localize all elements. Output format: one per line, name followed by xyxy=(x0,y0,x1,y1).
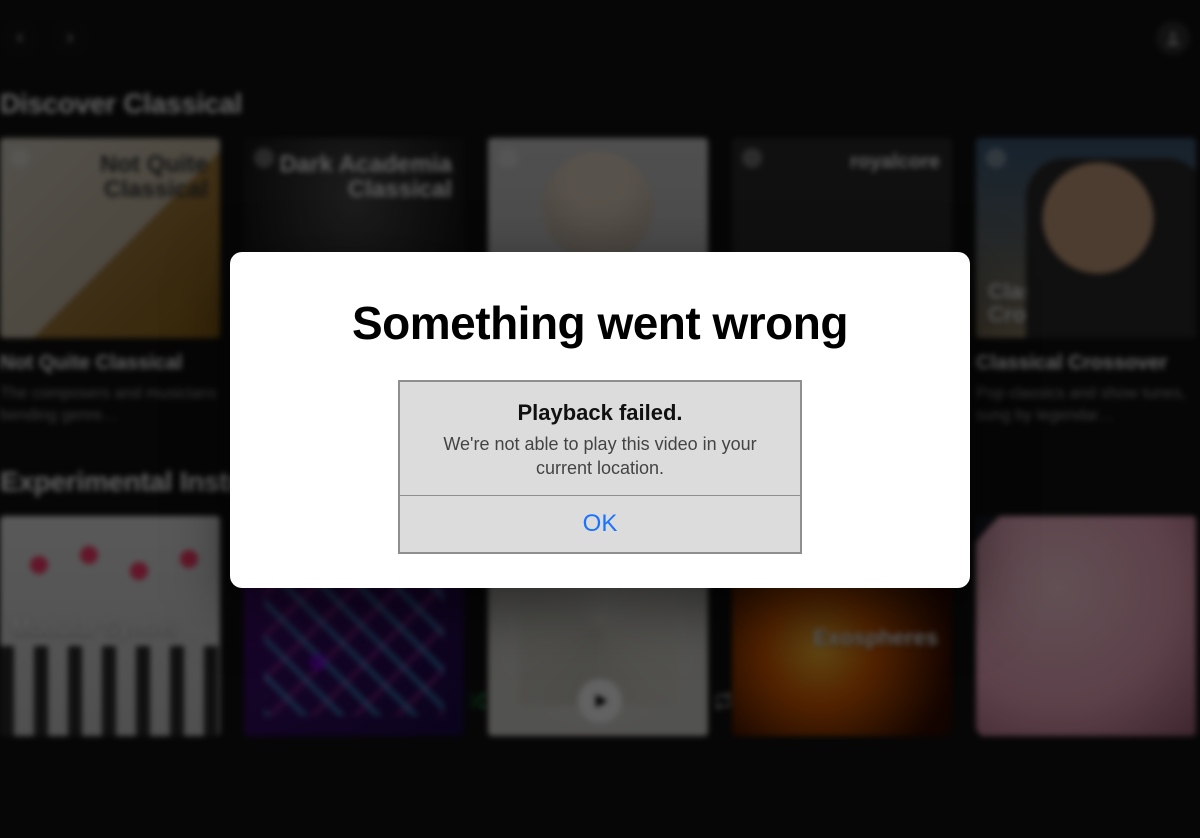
alert-message: We're not able to play this video in you… xyxy=(418,432,782,481)
error-modal-overlay: Something went wrong Playback failed. We… xyxy=(0,0,1200,838)
error-modal: Something went wrong Playback failed. We… xyxy=(230,252,970,588)
alert-ok-button[interactable]: OK xyxy=(400,496,800,552)
modal-heading: Something went wrong xyxy=(352,296,848,350)
playback-alert: Playback failed. We're not able to play … xyxy=(398,380,802,554)
alert-title: Playback failed. xyxy=(418,400,782,426)
